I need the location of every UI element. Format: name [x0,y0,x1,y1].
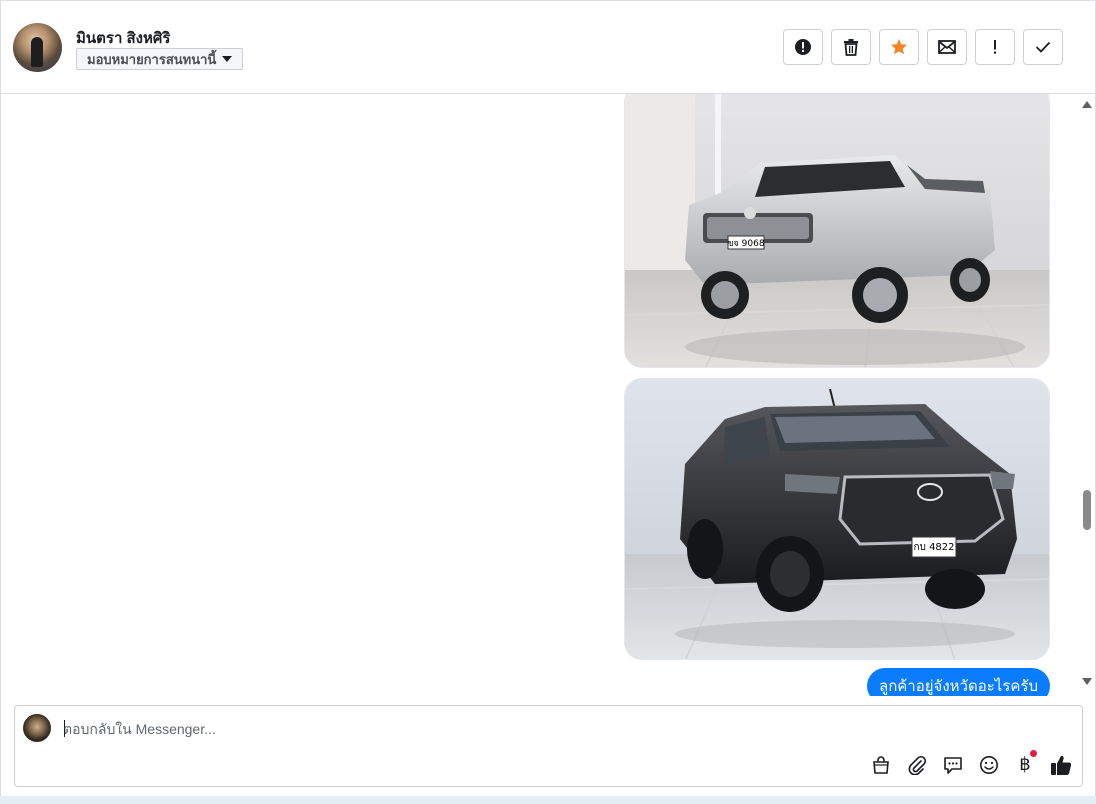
message-image-1[interactable]: ขจ 9068 [624,94,1050,368]
scrollbar-thumb[interactable] [1083,490,1091,530]
star-icon [891,39,907,55]
saved-replies-button[interactable] [942,754,964,776]
conversation-panel: มินตรา สิงหศิริ มอบหมายการสนทนานี้ ขจ 90… [0,0,1096,804]
scroll-up-arrow-icon[interactable] [1082,101,1092,108]
like-button[interactable] [1050,754,1072,776]
text-cursor [64,720,65,737]
scroll-down-arrow-icon[interactable] [1082,678,1092,685]
thumbs-up-icon [1051,755,1072,775]
alert-circle-icon [795,39,811,55]
mark-done-button[interactable] [1023,29,1063,65]
notification-dot [1030,750,1037,757]
svg-text:ขจ 9068: ขจ 9068 [727,239,764,249]
conversation-header: มินตรา สิงหศิริ มอบหมายการสนทนานี้ [1,1,1095,94]
message-thread[interactable]: ขจ 9068 กบ 4822 ลูกค้าอยู่จังหวัดอะไรครั… [1,94,1077,696]
pickup-photo-silver: ขจ 9068 [625,94,1049,367]
star-button[interactable] [879,29,919,65]
check-icon [1035,41,1051,53]
shop-button[interactable] [870,754,892,776]
paperclip-icon [908,755,927,775]
exclamation-icon [994,40,996,54]
assign-label: มอบหมายการสนทนานี้ [87,51,217,67]
mark-spam-button[interactable] [783,29,823,65]
payment-button[interactable]: ฿ [1014,750,1037,776]
thread-scrollbar[interactable] [1078,94,1095,696]
assign-conversation-button[interactable]: มอบหมายการสนทนานี้ [76,48,244,70]
message-image-2[interactable]: กบ 4822 [624,378,1050,660]
contact-avatar[interactable] [13,23,62,72]
window-bottom-strip [0,796,1096,804]
outgoing-message-bubble[interactable]: ลูกค้าอยู่จังหวัดอะไรครับ [867,668,1050,696]
header-actions [783,29,1063,65]
delete-button[interactable] [831,29,871,65]
chat-bubble-icon [944,757,962,774]
composer-tools: ฿ [870,750,1072,776]
reply-input[interactable] [63,718,663,740]
page-avatar [23,714,51,742]
caret-down-icon [222,56,233,62]
pickup-photo-dark: กบ 4822 [625,379,1049,659]
svg-text:กบ 4822: กบ 4822 [913,542,954,553]
follow-up-button[interactable] [975,29,1015,65]
shopping-bag-icon [873,756,889,774]
envelope-icon [938,40,956,54]
mark-unread-button[interactable] [927,29,967,65]
reply-composer: ฿ [14,705,1083,787]
attach-button[interactable] [906,754,928,776]
trash-icon [844,39,858,56]
baht-icon: ฿ [1019,754,1031,775]
emoji-button[interactable] [978,754,1000,776]
contact-name[interactable]: มินตรา สิงหศิริ [76,26,170,50]
emoji-icon [980,756,998,774]
